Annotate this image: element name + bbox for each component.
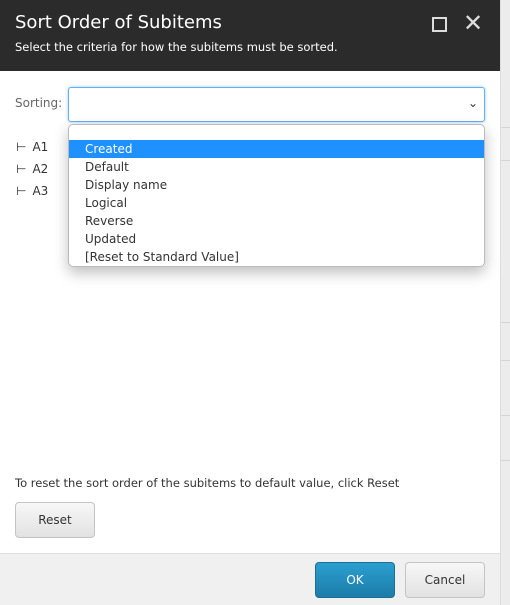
tree-item[interactable]: ⊢ A3 <box>16 180 48 202</box>
maximize-icon[interactable] <box>432 17 447 32</box>
ok-button[interactable]: OK <box>315 562 395 598</box>
hierarchy-icon: ⊢ <box>16 140 27 154</box>
sorting-dropdown-list: Created Default Display name Logical Rev… <box>68 124 485 267</box>
close-icon[interactable]: ✕ <box>463 10 483 36</box>
option-reverse[interactable]: Reverse <box>69 212 484 230</box>
cancel-button[interactable]: Cancel <box>405 562 485 598</box>
option-display-name[interactable]: Display name <box>69 176 484 194</box>
dialog-subtitle: Select the criteria for how the subitems… <box>15 40 338 54</box>
reset-button[interactable]: Reset <box>15 502 95 538</box>
chevron-down-icon: ⌄ <box>467 96 478 110</box>
reset-instructions: To reset the sort order of the subitems … <box>15 476 400 490</box>
tree-item[interactable]: ⊢ A2 <box>16 158 48 180</box>
dialog-title: Sort Order of Subitems <box>15 12 222 33</box>
hierarchy-icon: ⊢ <box>16 184 27 198</box>
dialog-header: Sort Order of Subitems Select the criter… <box>0 0 500 71</box>
tree-item[interactable]: ⊢ A1 <box>16 136 48 158</box>
background-scrollbar-strip <box>500 0 510 605</box>
option-logical[interactable]: Logical <box>69 194 484 212</box>
option-reset-standard[interactable]: [Reset to Standard Value] <box>69 248 484 266</box>
option-updated[interactable]: Updated <box>69 230 484 248</box>
option-default[interactable]: Default <box>69 158 484 176</box>
subitem-tree: ⊢ A1 ⊢ A2 ⊢ A3 <box>16 136 48 202</box>
hierarchy-icon: ⊢ <box>16 162 27 176</box>
sorting-label: Sorting: <box>15 96 63 110</box>
option-created[interactable]: Created <box>69 140 484 158</box>
sorting-select[interactable]: ⌄ <box>68 87 485 122</box>
